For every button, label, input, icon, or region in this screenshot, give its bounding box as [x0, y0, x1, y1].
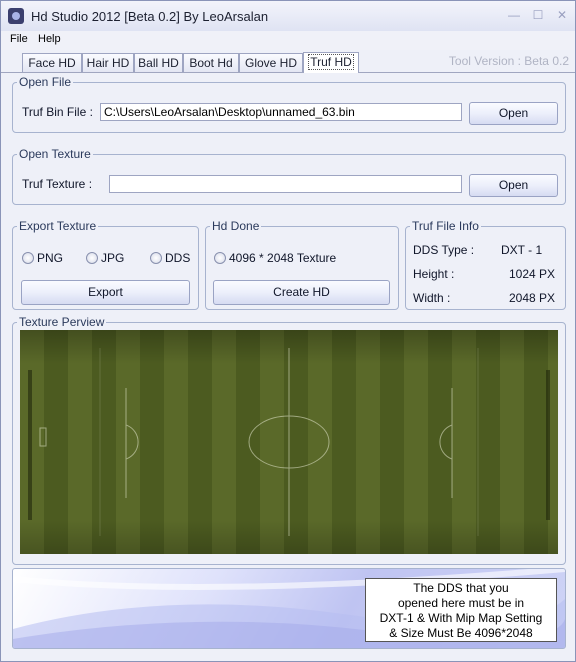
- file-info-legend: Truf File Info: [412, 219, 479, 233]
- tab-glove-hd[interactable]: Glove HD: [239, 53, 303, 72]
- truf-texture-input[interactable]: [109, 175, 462, 193]
- open-texture-group: Open Texture Truf Texture : Open: [12, 147, 566, 205]
- texture-preview-image: [20, 330, 558, 554]
- truf-texture-label: Truf Texture :: [22, 177, 93, 191]
- width-label: Width :: [413, 291, 451, 305]
- jpg-label: JPG: [101, 251, 125, 265]
- png-radio[interactable]: [22, 252, 34, 264]
- note-line: opened here must be in: [397, 596, 525, 610]
- texture-size-radio[interactable]: [214, 252, 226, 264]
- dds-type-label: DDS Type :: [413, 243, 475, 257]
- close-icon[interactable]: ✕: [551, 7, 573, 23]
- open-bin-button[interactable]: Open: [469, 102, 558, 125]
- create-hd-button[interactable]: Create HD: [213, 280, 390, 305]
- height-value: 1024 PX: [509, 267, 556, 281]
- tab-label: Hair HD: [86, 56, 130, 70]
- menu-bar: File Help: [1, 31, 575, 50]
- jpg-radio[interactable]: [86, 252, 98, 264]
- tab-label: Truf HD: [308, 54, 354, 70]
- main-window: Hd Studio 2012 [Beta 0.2] By LeoArsalan …: [0, 0, 576, 662]
- tab-label: Boot Hd: [189, 56, 233, 70]
- open-texture-legend: Open Texture: [19, 147, 91, 161]
- hd-done-group: Hd Done 4096 * 2048 Texture Create HD: [205, 219, 399, 310]
- export-texture-legend: Export Texture: [19, 219, 97, 233]
- tab-boot-hd[interactable]: Boot Hd: [183, 53, 239, 72]
- tab-face-hd[interactable]: Face HD: [22, 53, 82, 72]
- minimize-icon[interactable]: —: [503, 7, 525, 23]
- tab-ball-hd[interactable]: Ball HD: [134, 53, 183, 72]
- dds-label: DDS: [165, 251, 191, 265]
- export-button[interactable]: Export: [21, 280, 190, 305]
- tab-label: Glove HD: [244, 56, 297, 70]
- file-info-group: Truf File Info DDS Type : DXT - 1 Height…: [405, 219, 566, 310]
- dds-type-value: DXT - 1: [501, 243, 543, 257]
- title-bar[interactable]: Hd Studio 2012 [Beta 0.2] By LeoArsalan …: [1, 1, 575, 32]
- dds-radio[interactable]: [150, 252, 162, 264]
- tool-version-label: Tool Version : Beta 0.2: [448, 54, 569, 68]
- texture-preview-legend: Texture Perview: [19, 315, 105, 329]
- note-line: The DDS that you: [413, 581, 509, 595]
- open-file-legend: Open File: [19, 75, 72, 89]
- export-texture-group: Export Texture PNG JPG DDS Export: [12, 219, 199, 310]
- pitch-texture: [20, 330, 558, 554]
- width-value: 2048 PX: [509, 291, 556, 305]
- menu-help[interactable]: Help: [38, 33, 61, 45]
- tab-label: Face HD: [28, 56, 76, 70]
- menu-file[interactable]: File: [10, 33, 28, 45]
- note-panel: The DDS that you opened here must be in …: [12, 568, 566, 649]
- truf-bin-file-input[interactable]: [100, 103, 462, 121]
- height-label: Height :: [413, 267, 455, 281]
- tab-label: Ball HD: [138, 56, 179, 70]
- truf-bin-file-label: Truf Bin File :: [22, 105, 93, 119]
- open-texture-button[interactable]: Open: [469, 174, 558, 197]
- maximize-icon[interactable]: ☐: [527, 7, 549, 23]
- tab-hair-hd[interactable]: Hair HD: [82, 53, 134, 72]
- window-title: Hd Studio 2012 [Beta 0.2] By LeoArsalan: [31, 9, 269, 24]
- app-icon: [8, 8, 24, 24]
- note-line: DXT-1 & With Mip Map Setting: [379, 611, 543, 625]
- tab-strip: Face HD Hair HD Ball HD Boot Hd Glove HD…: [1, 52, 575, 73]
- png-label: PNG: [37, 251, 64, 265]
- note-line: & Size Must Be 4096*2048: [389, 626, 533, 640]
- hd-done-legend: Hd Done: [212, 219, 260, 233]
- open-file-group: Open File Truf Bin File : Open: [12, 75, 566, 133]
- tab-truf-hd[interactable]: Truf HD: [303, 52, 359, 73]
- dds-requirements-note: The DDS that you opened here must be in …: [365, 578, 557, 642]
- texture-size-label: 4096 * 2048 Texture: [229, 251, 337, 265]
